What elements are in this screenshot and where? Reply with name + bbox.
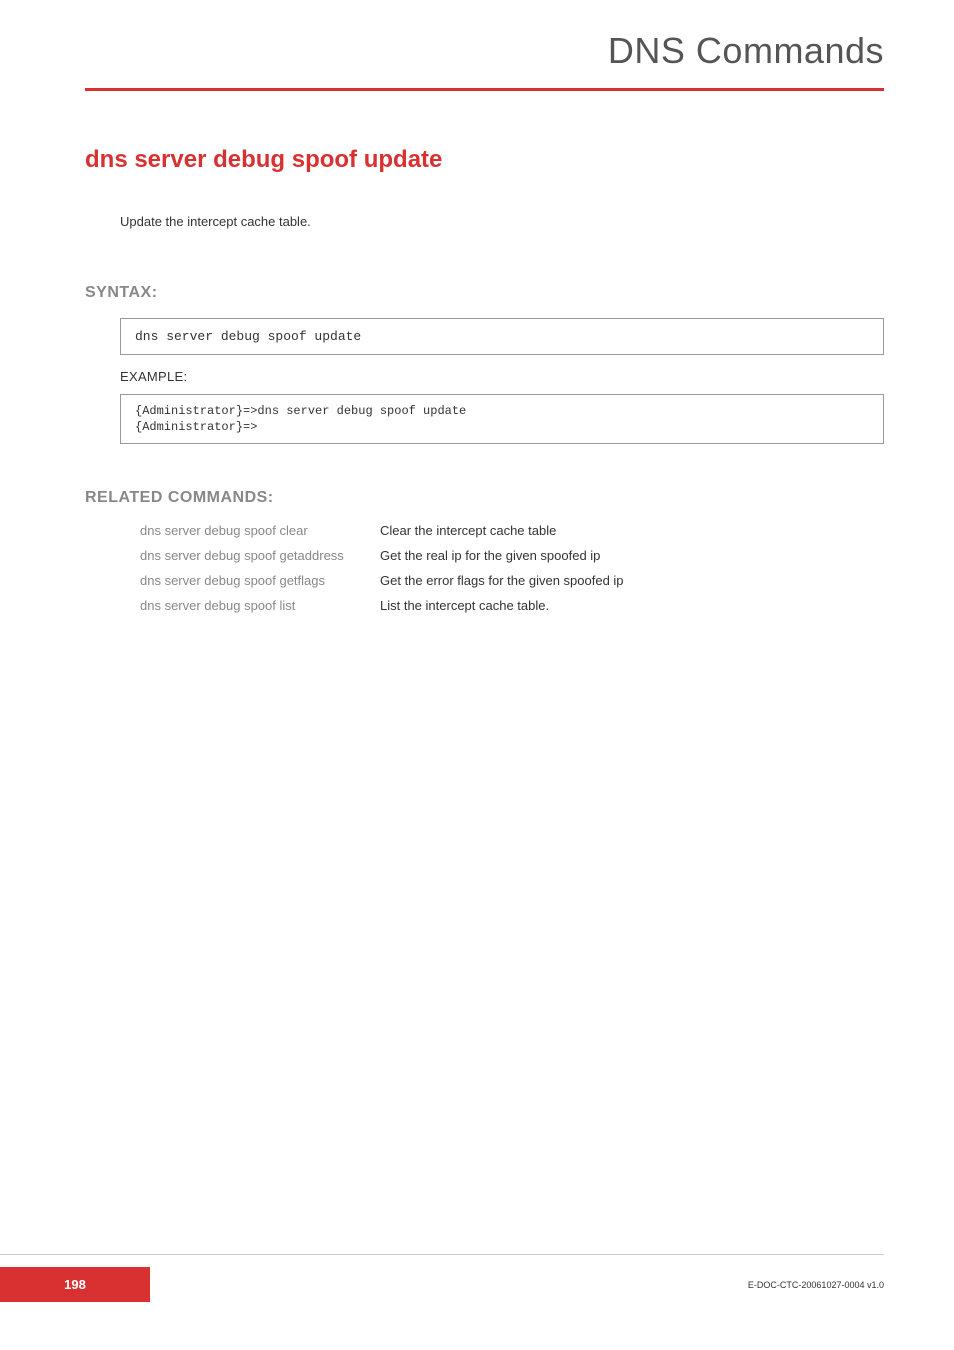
footer-rule: [0, 1254, 884, 1255]
command-title: dns server debug spoof update: [85, 146, 884, 174]
header-title: DNS Commands: [85, 30, 884, 88]
related-command-desc: Clear the intercept cache table: [380, 523, 556, 538]
command-description: Update the intercept cache table.: [120, 214, 884, 229]
related-command-link[interactable]: dns server debug spoof clear: [140, 523, 380, 538]
example-code: {Administrator}=>dns server debug spoof …: [120, 394, 884, 444]
related-row: dns server debug spoof getaddress Get th…: [140, 548, 884, 563]
related-command-link[interactable]: dns server debug spoof getaddress: [140, 548, 380, 563]
related-command-link[interactable]: dns server debug spoof getflags: [140, 573, 380, 588]
related-commands-table: dns server debug spoof clear Clear the i…: [140, 523, 884, 613]
related-heading: RELATED COMMANDS:: [85, 489, 884, 507]
header-rule: [85, 88, 884, 91]
related-command-link[interactable]: dns server debug spoof list: [140, 598, 380, 613]
related-row: dns server debug spoof clear Clear the i…: [140, 523, 884, 538]
related-command-desc: Get the error flags for the given spoofe…: [380, 573, 624, 588]
page-footer: 198 E-DOC-CTC-20061027-0004 v1.0: [0, 1254, 954, 1302]
related-row: dns server debug spoof list List the int…: [140, 598, 884, 613]
related-row: dns server debug spoof getflags Get the …: [140, 573, 884, 588]
syntax-code: dns server debug spoof update: [120, 318, 884, 355]
example-label: EXAMPLE:: [120, 369, 884, 384]
syntax-heading: SYNTAX:: [85, 284, 884, 302]
document-id: E-DOC-CTC-20061027-0004 v1.0: [748, 1280, 884, 1290]
related-command-desc: List the intercept cache table.: [380, 598, 549, 613]
related-command-desc: Get the real ip for the given spoofed ip: [380, 548, 600, 563]
page-number-badge: 198: [0, 1267, 150, 1302]
